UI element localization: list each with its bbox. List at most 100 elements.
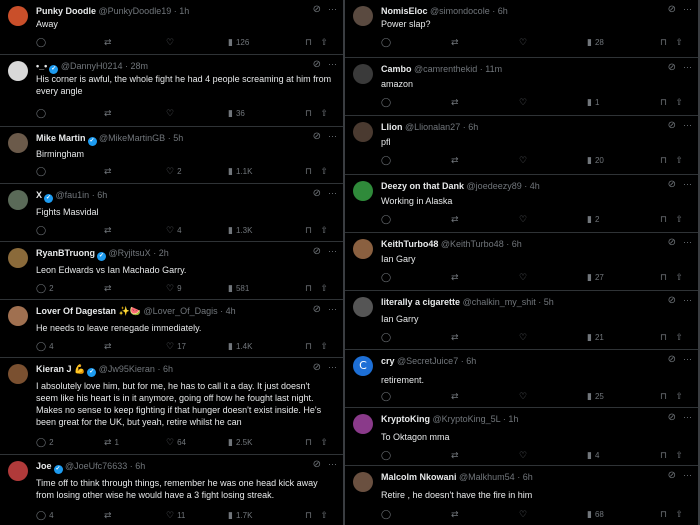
grok-icon[interactable]: ⊘ [668, 179, 676, 190]
views-button[interactable]: ▮ 581 [228, 284, 249, 294]
handle[interactable]: @SecretJuice7 [397, 356, 458, 366]
handle[interactable]: @Lover_Of_Dagis [143, 306, 217, 316]
views-button[interactable]: ▮ 1.3K [228, 226, 252, 236]
more-options-icon[interactable]: ··· [683, 4, 692, 14]
views-button[interactable]: ▮ 4 [587, 451, 599, 461]
like-button[interactable]: ♡ [519, 98, 530, 108]
grok-icon[interactable]: ⊘ [668, 412, 676, 423]
handle[interactable]: @camrenthekid [414, 64, 477, 74]
tweet[interactable]: Lover Of Dagestan ✨🍉 @Lover_Of_Dagis · 4… [0, 300, 343, 358]
reply-button[interactable]: ◯ [381, 156, 394, 166]
share-button[interactable]: ⇧ [320, 284, 331, 294]
grok-icon[interactable]: ⊘ [313, 4, 321, 15]
avatar[interactable] [353, 181, 373, 201]
bookmark-button[interactable]: ⊓ [305, 38, 315, 48]
more-options-icon[interactable]: ··· [328, 246, 337, 256]
timestamp[interactable]: 5h [544, 297, 554, 307]
timestamp[interactable]: 6h [97, 190, 107, 200]
display-name[interactable]: KeithTurbo48 [381, 239, 438, 249]
handle[interactable]: @chalkin_my_shit [463, 297, 536, 307]
handle[interactable]: @MikeMartinGB [99, 133, 165, 143]
bookmark-button[interactable]: ⊓ [660, 333, 670, 343]
avatar[interactable] [353, 122, 373, 142]
more-options-icon[interactable]: ··· [683, 237, 692, 247]
reply-button[interactable]: ◯ [36, 167, 49, 177]
more-options-icon[interactable]: ··· [683, 470, 692, 480]
share-button[interactable]: ⇧ [675, 273, 686, 283]
display-name[interactable]: Kieran J 💪 [36, 364, 85, 374]
avatar[interactable] [8, 190, 28, 210]
timestamp[interactable]: 4h [226, 306, 236, 316]
handle[interactable]: @fau1in [56, 190, 90, 200]
tweet[interactable]: RyanBTruong ✓ @RyjitsuX · 2h ⊘ ··· Leon E… [0, 242, 343, 300]
views-button[interactable]: ▮ 1.7K [228, 511, 252, 521]
avatar[interactable]: C [353, 356, 373, 376]
avatar[interactable] [353, 239, 373, 259]
like-button[interactable]: ♡ [519, 392, 530, 402]
display-name[interactable]: Deezy on that Dank [381, 181, 464, 191]
timestamp[interactable]: 4h [530, 181, 540, 191]
display-name[interactable]: Lover Of Dagestan ✨🍉 [36, 306, 141, 316]
share-button[interactable]: ⇧ [675, 392, 686, 402]
retweet-button[interactable]: ⇄ [451, 38, 462, 48]
grok-icon[interactable]: ⊘ [668, 120, 676, 131]
timestamp[interactable]: 1h [179, 6, 189, 16]
share-button[interactable]: ⇧ [675, 156, 686, 166]
like-button[interactable]: ♡ [519, 156, 530, 166]
avatar[interactable] [8, 61, 28, 81]
bookmark-button[interactable]: ⊓ [305, 167, 315, 177]
display-name[interactable]: Joe [36, 461, 52, 471]
bookmark-button[interactable]: ⊓ [660, 156, 670, 166]
share-button[interactable]: ⇧ [675, 38, 686, 48]
tweet[interactable]: Mike Martin ✓ @MikeMartinGB · 5h ⊘ ··· Bi… [0, 127, 343, 184]
tweet[interactable]: literally a cigarette @chalkin_my_shit ·… [345, 291, 698, 350]
share-button[interactable]: ⇧ [675, 451, 686, 461]
views-button[interactable]: ▮ 25 [587, 392, 604, 402]
handle[interactable]: @simondocole [430, 6, 490, 16]
views-button[interactable]: ▮ 1 [587, 98, 599, 108]
more-options-icon[interactable]: ··· [683, 62, 692, 72]
grok-icon[interactable]: ⊘ [668, 62, 676, 73]
reply-button[interactable]: ◯ [381, 451, 394, 461]
retweet-button[interactable]: ⇄ [104, 38, 115, 48]
avatar[interactable] [353, 472, 373, 492]
bookmark-button[interactable]: ⊓ [660, 392, 670, 402]
avatar[interactable] [8, 306, 28, 326]
timestamp[interactable]: 28m [131, 61, 149, 71]
retweet-button[interactable]: ⇄ [451, 392, 462, 402]
like-button[interactable]: ♡ 17 [166, 342, 186, 352]
handle[interactable]: @JoeUfc76633 [65, 461, 127, 471]
like-button[interactable]: ♡ [519, 215, 530, 225]
bookmark-button[interactable]: ⊓ [660, 38, 670, 48]
display-name[interactable]: KryptoKing [381, 414, 430, 424]
reply-button[interactable]: ◯ 4 [36, 342, 54, 352]
display-name[interactable]: Cambo [381, 64, 412, 74]
handle[interactable]: @joedeezy89 [467, 181, 522, 191]
share-button[interactable]: ⇧ [320, 438, 331, 448]
tweet[interactable]: KryptoKing @KryptoKing_5L · 1h ⊘ ··· To … [345, 408, 698, 466]
more-options-icon[interactable]: ··· [328, 131, 337, 141]
tweet[interactable]: Malcolm Nkowani @Malkhum54 · 6h ⊘ ··· Re… [345, 466, 698, 525]
bookmark-button[interactable]: ⊓ [660, 510, 670, 520]
more-options-icon[interactable]: ··· [683, 412, 692, 422]
retweet-button[interactable]: ⇄ [104, 284, 115, 294]
retweet-button[interactable]: ⇄ [451, 215, 462, 225]
tweet[interactable]: Llion @Llionalan27 · 6h ⊘ ··· pfl ◯ ⇄ ♡ … [345, 116, 698, 175]
display-name[interactable]: Punky Doodle [36, 6, 96, 16]
timestamp[interactable]: 1h [508, 414, 518, 424]
avatar[interactable] [8, 248, 28, 268]
display-name[interactable]: NomisEloc [381, 6, 428, 16]
bookmark-button[interactable]: ⊓ [305, 438, 315, 448]
display-name[interactable]: literally a cigarette [381, 297, 460, 307]
like-button[interactable]: ♡ 64 [166, 438, 186, 448]
handle[interactable]: @KeithTurbo48 [441, 239, 504, 249]
tweet[interactable]: NomisEloc @simondocole · 6h ⊘ ··· Power … [345, 0, 698, 58]
retweet-button[interactable]: ⇄ [451, 156, 462, 166]
tweet[interactable]: •_• ✓ @DannyH0214 · 28m ⊘ ··· His corner … [0, 55, 343, 127]
more-options-icon[interactable]: ··· [683, 354, 692, 364]
share-button[interactable]: ⇧ [320, 511, 331, 521]
retweet-button[interactable]: ⇄ 1 [104, 438, 119, 448]
views-button[interactable]: ▮ 28 [587, 38, 604, 48]
more-options-icon[interactable]: ··· [683, 179, 692, 189]
avatar[interactable] [8, 364, 28, 384]
